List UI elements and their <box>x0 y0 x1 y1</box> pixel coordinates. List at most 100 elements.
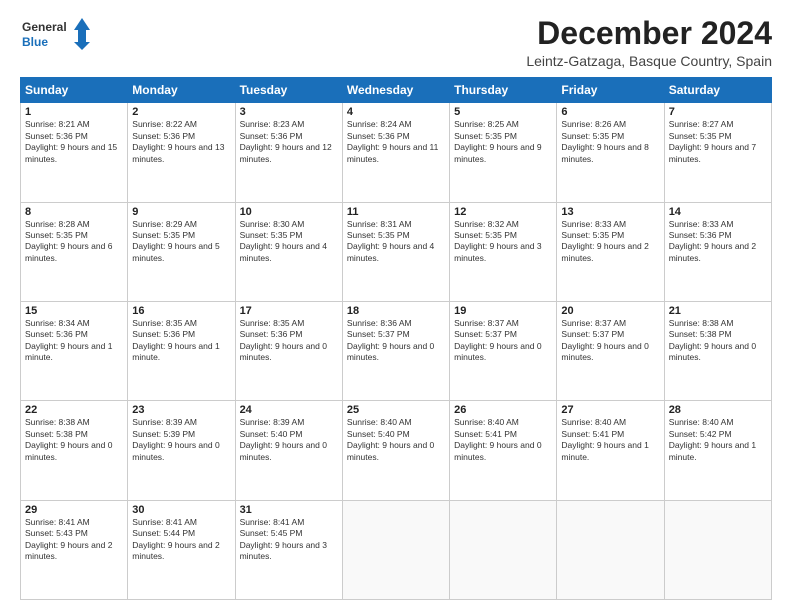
svg-text:Blue: Blue <box>22 35 48 49</box>
day-info: Sunrise: 8:22 AMSunset: 5:36 PMDaylight:… <box>132 119 224 163</box>
day-info: Sunrise: 8:37 AMSunset: 5:37 PMDaylight:… <box>454 318 541 362</box>
day-number: 15 <box>25 305 123 317</box>
day-info: Sunrise: 8:40 AMSunset: 5:41 PMDaylight:… <box>454 417 541 461</box>
calendar-cell <box>557 500 664 599</box>
calendar-cell: 14Sunrise: 8:33 AMSunset: 5:36 PMDayligh… <box>664 202 771 301</box>
day-number: 20 <box>561 305 659 317</box>
day-info: Sunrise: 8:33 AMSunset: 5:36 PMDaylight:… <box>669 219 756 263</box>
day-info: Sunrise: 8:41 AMSunset: 5:45 PMDaylight:… <box>240 517 327 561</box>
svg-text:General: General <box>22 20 67 34</box>
calendar-cell: 7Sunrise: 8:27 AMSunset: 5:35 PMDaylight… <box>664 103 771 202</box>
logo-svg: General Blue <box>20 16 90 54</box>
calendar-table: Sunday Monday Tuesday Wednesday Thursday… <box>20 77 772 600</box>
calendar-cell: 17Sunrise: 8:35 AMSunset: 5:36 PMDayligh… <box>235 301 342 400</box>
day-number: 31 <box>240 504 338 516</box>
day-info: Sunrise: 8:21 AMSunset: 5:36 PMDaylight:… <box>25 119 117 163</box>
header-sunday: Sunday <box>21 78 128 103</box>
logo: General Blue <box>20 16 90 54</box>
table-row: 15Sunrise: 8:34 AMSunset: 5:36 PMDayligh… <box>21 301 772 400</box>
location-title: Leintz-Gatzaga, Basque Country, Spain <box>526 53 772 69</box>
calendar-cell: 13Sunrise: 8:33 AMSunset: 5:35 PMDayligh… <box>557 202 664 301</box>
calendar-cell: 20Sunrise: 8:37 AMSunset: 5:37 PMDayligh… <box>557 301 664 400</box>
calendar-cell <box>342 500 449 599</box>
day-number: 30 <box>132 504 230 516</box>
day-info: Sunrise: 8:23 AMSunset: 5:36 PMDaylight:… <box>240 119 332 163</box>
calendar-cell: 29Sunrise: 8:41 AMSunset: 5:43 PMDayligh… <box>21 500 128 599</box>
day-info: Sunrise: 8:29 AMSunset: 5:35 PMDaylight:… <box>132 219 219 263</box>
day-number: 4 <box>347 106 445 118</box>
calendar-header-row: Sunday Monday Tuesday Wednesday Thursday… <box>21 78 772 103</box>
day-number: 28 <box>669 404 767 416</box>
header: General Blue December 2024 Leintz-Gatzag… <box>20 16 772 69</box>
day-info: Sunrise: 8:41 AMSunset: 5:43 PMDaylight:… <box>25 517 112 561</box>
table-row: 22Sunrise: 8:38 AMSunset: 5:38 PMDayligh… <box>21 401 772 500</box>
day-info: Sunrise: 8:38 AMSunset: 5:38 PMDaylight:… <box>25 417 112 461</box>
day-number: 14 <box>669 206 767 218</box>
day-info: Sunrise: 8:39 AMSunset: 5:39 PMDaylight:… <box>132 417 219 461</box>
day-info: Sunrise: 8:26 AMSunset: 5:35 PMDaylight:… <box>561 119 648 163</box>
calendar-cell: 18Sunrise: 8:36 AMSunset: 5:37 PMDayligh… <box>342 301 449 400</box>
header-saturday: Saturday <box>664 78 771 103</box>
day-number: 13 <box>561 206 659 218</box>
day-number: 8 <box>25 206 123 218</box>
calendar-cell: 26Sunrise: 8:40 AMSunset: 5:41 PMDayligh… <box>450 401 557 500</box>
day-info: Sunrise: 8:37 AMSunset: 5:37 PMDaylight:… <box>561 318 648 362</box>
page: General Blue December 2024 Leintz-Gatzag… <box>0 0 792 612</box>
day-number: 27 <box>561 404 659 416</box>
day-number: 24 <box>240 404 338 416</box>
day-number: 2 <box>132 106 230 118</box>
day-info: Sunrise: 8:40 AMSunset: 5:40 PMDaylight:… <box>347 417 434 461</box>
day-info: Sunrise: 8:34 AMSunset: 5:36 PMDaylight:… <box>25 318 112 362</box>
calendar-cell: 23Sunrise: 8:39 AMSunset: 5:39 PMDayligh… <box>128 401 235 500</box>
day-number: 5 <box>454 106 552 118</box>
day-number: 10 <box>240 206 338 218</box>
calendar-cell: 10Sunrise: 8:30 AMSunset: 5:35 PMDayligh… <box>235 202 342 301</box>
calendar-cell: 2Sunrise: 8:22 AMSunset: 5:36 PMDaylight… <box>128 103 235 202</box>
calendar-cell: 21Sunrise: 8:38 AMSunset: 5:38 PMDayligh… <box>664 301 771 400</box>
calendar-cell: 24Sunrise: 8:39 AMSunset: 5:40 PMDayligh… <box>235 401 342 500</box>
day-number: 25 <box>347 404 445 416</box>
day-number: 29 <box>25 504 123 516</box>
day-info: Sunrise: 8:24 AMSunset: 5:36 PMDaylight:… <box>347 119 439 163</box>
day-number: 26 <box>454 404 552 416</box>
table-row: 8Sunrise: 8:28 AMSunset: 5:35 PMDaylight… <box>21 202 772 301</box>
day-info: Sunrise: 8:41 AMSunset: 5:44 PMDaylight:… <box>132 517 219 561</box>
day-number: 11 <box>347 206 445 218</box>
calendar-cell: 15Sunrise: 8:34 AMSunset: 5:36 PMDayligh… <box>21 301 128 400</box>
day-number: 7 <box>669 106 767 118</box>
day-info: Sunrise: 8:30 AMSunset: 5:35 PMDaylight:… <box>240 219 327 263</box>
day-info: Sunrise: 8:25 AMSunset: 5:35 PMDaylight:… <box>454 119 541 163</box>
header-wednesday: Wednesday <box>342 78 449 103</box>
day-number: 6 <box>561 106 659 118</box>
day-number: 17 <box>240 305 338 317</box>
calendar-cell <box>664 500 771 599</box>
day-info: Sunrise: 8:31 AMSunset: 5:35 PMDaylight:… <box>347 219 434 263</box>
day-number: 3 <box>240 106 338 118</box>
title-section: December 2024 Leintz-Gatzaga, Basque Cou… <box>526 16 772 69</box>
calendar-cell: 31Sunrise: 8:41 AMSunset: 5:45 PMDayligh… <box>235 500 342 599</box>
calendar-cell: 11Sunrise: 8:31 AMSunset: 5:35 PMDayligh… <box>342 202 449 301</box>
calendar-cell: 6Sunrise: 8:26 AMSunset: 5:35 PMDaylight… <box>557 103 664 202</box>
day-number: 1 <box>25 106 123 118</box>
day-info: Sunrise: 8:27 AMSunset: 5:35 PMDaylight:… <box>669 119 756 163</box>
calendar-cell: 27Sunrise: 8:40 AMSunset: 5:41 PMDayligh… <box>557 401 664 500</box>
day-number: 16 <box>132 305 230 317</box>
day-number: 22 <box>25 404 123 416</box>
day-info: Sunrise: 8:28 AMSunset: 5:35 PMDaylight:… <box>25 219 112 263</box>
day-info: Sunrise: 8:35 AMSunset: 5:36 PMDaylight:… <box>132 318 219 362</box>
table-row: 1Sunrise: 8:21 AMSunset: 5:36 PMDaylight… <box>21 103 772 202</box>
header-friday: Friday <box>557 78 664 103</box>
day-number: 12 <box>454 206 552 218</box>
calendar-cell: 25Sunrise: 8:40 AMSunset: 5:40 PMDayligh… <box>342 401 449 500</box>
calendar-cell: 22Sunrise: 8:38 AMSunset: 5:38 PMDayligh… <box>21 401 128 500</box>
header-tuesday: Tuesday <box>235 78 342 103</box>
day-info: Sunrise: 8:40 AMSunset: 5:41 PMDaylight:… <box>561 417 648 461</box>
day-number: 19 <box>454 305 552 317</box>
calendar-cell: 9Sunrise: 8:29 AMSunset: 5:35 PMDaylight… <box>128 202 235 301</box>
day-info: Sunrise: 8:40 AMSunset: 5:42 PMDaylight:… <box>669 417 756 461</box>
calendar-cell: 4Sunrise: 8:24 AMSunset: 5:36 PMDaylight… <box>342 103 449 202</box>
day-number: 23 <box>132 404 230 416</box>
calendar-cell: 8Sunrise: 8:28 AMSunset: 5:35 PMDaylight… <box>21 202 128 301</box>
day-info: Sunrise: 8:35 AMSunset: 5:36 PMDaylight:… <box>240 318 327 362</box>
calendar-cell: 28Sunrise: 8:40 AMSunset: 5:42 PMDayligh… <box>664 401 771 500</box>
